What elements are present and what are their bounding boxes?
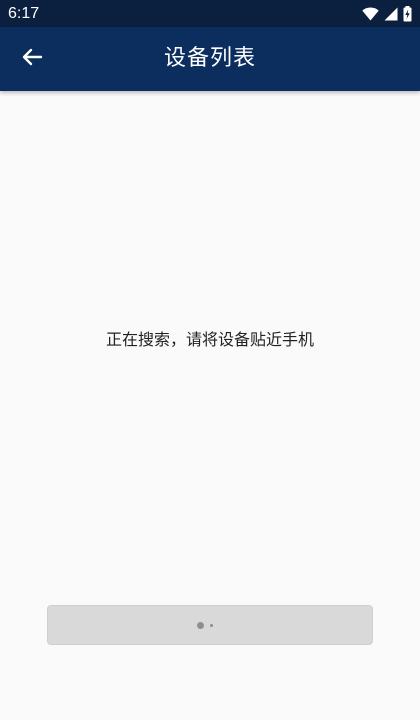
signal-icon — [384, 7, 398, 21]
status-time: 6:17 — [8, 5, 40, 22]
wifi-icon — [362, 7, 379, 21]
searching-button[interactable] — [47, 605, 373, 645]
battery-charging-icon — [403, 6, 412, 22]
loading-dot — [210, 624, 213, 627]
app-bar: 设备列表 — [0, 27, 420, 91]
status-bar: 6:17 — [0, 0, 420, 27]
search-status-text: 正在搜索，请将设备贴近手机 — [105, 330, 314, 349]
loading-dot — [197, 622, 204, 629]
back-button[interactable] — [14, 41, 50, 77]
page-title: 设备列表 — [163, 46, 256, 71]
device-list-content: 正在搜索，请将设备贴近手机 — [0, 91, 420, 720]
status-icons — [362, 4, 412, 24]
arrow-left-icon — [21, 46, 43, 72]
